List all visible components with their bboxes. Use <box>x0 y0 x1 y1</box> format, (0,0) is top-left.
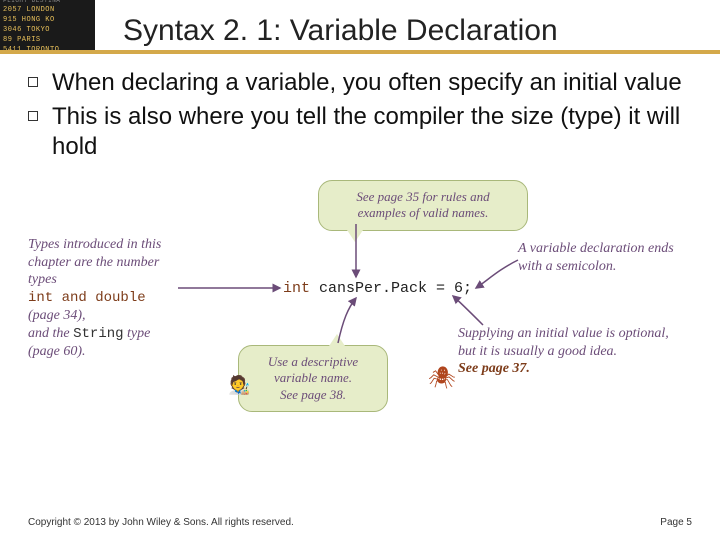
callout-text: Types introduced in this chapter are the… <box>28 237 161 287</box>
bubble-tail-icon <box>347 230 363 242</box>
spider-icon: 🕷 <box>428 365 456 391</box>
code-sample: int cansPer.Pack = 6; <box>283 280 472 297</box>
bullet-text: This is also where you tell the compiler… <box>52 102 692 162</box>
code-keyword: String <box>73 326 123 342</box>
board-row: 5411 TORONTO <box>0 45 95 50</box>
callout-ref: See page 37. <box>458 361 530 376</box>
code-rest: cansPer.Pack = 6; <box>310 280 472 297</box>
code-type-keyword: int <box>283 280 310 297</box>
bubble-text: See page 35 for rules and examples of va… <box>356 189 489 220</box>
callout-text: (page 34), <box>28 308 86 323</box>
departure-board-logo: FLIGHT DESTINA 2057 LONDON 915 HONG KO 3… <box>0 0 95 50</box>
page-number: Page 5 <box>660 517 692 528</box>
slide-header: FLIGHT DESTINA 2057 LONDON 915 HONG KO 3… <box>0 0 720 54</box>
slide-footer: Copyright © 2013 by John Wiley & Sons. A… <box>28 517 692 528</box>
callout-initial-value: Supplying an initial value is optional, … <box>458 325 688 378</box>
callout-text: Supplying an initial value is optional, … <box>458 326 669 359</box>
bubble-valid-names: See page 35 for rules and examples of va… <box>318 180 528 231</box>
bubble-tail-icon <box>329 334 345 346</box>
bullet-text: When declaring a variable, you often spe… <box>52 68 682 98</box>
board-row: 3046 TOKYO <box>0 25 95 35</box>
callout-text: A variable declaration ends with a semic… <box>518 241 674 274</box>
slide-title: Syntax 2. 1: Variable Declaration <box>95 14 558 50</box>
mascot-icon: 🧑‍🎨 <box>228 375 250 396</box>
code-keyword: int and double <box>28 290 146 306</box>
bullet-item: This is also where you tell the compiler… <box>28 102 692 162</box>
bullet-square-icon <box>28 77 38 87</box>
callout-types-intro: Types introduced in this chapter are the… <box>28 236 178 361</box>
bubble-ref: See page 38. <box>280 387 346 402</box>
callout-text: and the <box>28 326 73 341</box>
board-row: 915 HONG KO <box>0 15 95 25</box>
board-row: 2057 LONDON <box>0 5 95 15</box>
board-row: 89 PARIS <box>0 35 95 45</box>
callout-semicolon: A variable declaration ends with a semic… <box>518 240 698 275</box>
copyright-text: Copyright © 2013 by John Wiley & Sons. A… <box>28 517 294 528</box>
bubble-text: Use a descriptive variable name. <box>268 354 358 385</box>
bullet-item: When declaring a variable, you often spe… <box>28 68 692 98</box>
slide-content: When declaring a variable, you often spe… <box>0 54 720 440</box>
bullet-square-icon <box>28 111 38 121</box>
annotated-diagram: Types introduced in this chapter are the… <box>28 180 692 440</box>
bubble-descriptive-name: Use a descriptive variable name. See pag… <box>238 345 388 412</box>
